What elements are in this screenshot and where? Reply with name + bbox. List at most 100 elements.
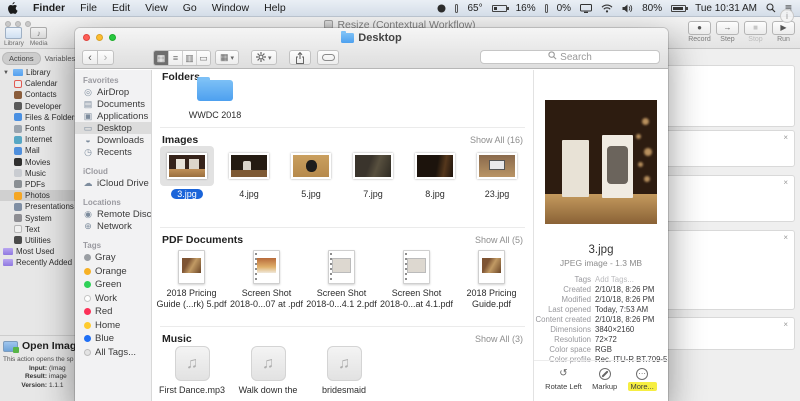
tree-item-movies[interactable]: Movies [0, 157, 77, 168]
percent1-status[interactable]: 16% [516, 3, 536, 14]
stop-button[interactable]: ■ Stop [744, 21, 767, 43]
file-wwdc-2018-folder[interactable]: WWDC 2018 [184, 77, 246, 120]
show-all-pdfs-link[interactable]: Show All (5) [475, 235, 523, 245]
menu-help[interactable]: Help [264, 2, 286, 14]
percent2-status[interactable]: 0% [557, 3, 571, 14]
volume-icon[interactable] [622, 4, 633, 13]
apple-menu-icon[interactable] [8, 2, 18, 14]
file-screen-shot-1-pdf[interactable]: Screen Shot 2018-0...07 at .pdf [229, 250, 304, 310]
workflow-action-box[interactable]: × [668, 130, 795, 167]
sidebar-item-desktop[interactable]: ▭ Desktop [75, 122, 151, 134]
menu-edit[interactable]: Edit [112, 2, 130, 14]
arrange-menu-button[interactable]: ▦ ▾ [215, 50, 240, 65]
sidebar-item-applications[interactable]: ▣ Applications [75, 110, 151, 122]
file-screen-shot-2-pdf[interactable]: Screen Shot 2018-0...4.1 2.pdf [304, 250, 379, 310]
tree-item-presentations[interactable]: Presentations [0, 201, 77, 212]
sidebar-item-airdrop[interactable]: ◎ AirDrop [75, 86, 151, 98]
file-2018-pricing-guide-5-pdf[interactable]: 2018 Pricing Guide (...rk) 5.pdf [154, 250, 229, 310]
library-button[interactable]: Library [4, 27, 24, 47]
file-2018-pricing-guide-pdf[interactable]: 2018 Pricing Guide.pdf [454, 250, 529, 310]
tree-item-utilities[interactable]: Utilities [0, 235, 77, 246]
workflow-action-box[interactable]: × [668, 230, 795, 310]
close-icon[interactable]: × [783, 179, 788, 187]
tree-item-mail[interactable]: Mail [0, 145, 77, 156]
menu-go[interactable]: Go [183, 2, 197, 14]
file-walk-down-the[interactable]: ♫ Walk down the [230, 346, 306, 395]
sidebar-tag-red[interactable]: Red [75, 305, 151, 319]
file-4-jpg[interactable]: 4.jpg [218, 146, 280, 199]
sidebar-tag-orange[interactable]: Orange [75, 265, 151, 279]
tree-item-music[interactable]: Music [0, 168, 77, 179]
show-all-images-link[interactable]: Show All (16) [470, 135, 523, 145]
tree-item-internet[interactable]: Internet [0, 134, 77, 145]
overlay-info-badge[interactable]: i [780, 9, 794, 23]
show-all-music-link[interactable]: Show All (3) [475, 334, 523, 344]
file-5-jpg[interactable]: 5.jpg [280, 146, 342, 199]
tree-item-calendar[interactable]: Calendar [0, 78, 77, 89]
temperature-status[interactable]: 65° [467, 3, 482, 14]
action-menu-button[interactable]: ▾ [251, 50, 277, 65]
file-first-dance-mp3[interactable]: ♫ First Dance.mp3 [154, 346, 230, 395]
file-23-jpg[interactable]: 23.jpg [466, 146, 528, 199]
coverflow-view-button[interactable]: ▭ [196, 51, 210, 65]
sidebar-item-remote-disc[interactable]: ◉ Remote Disc [75, 208, 151, 220]
sidebar-item-downloads[interactable]: ◒ Downloads [75, 134, 151, 146]
sidebar-item-network[interactable]: ⊕ Network [75, 220, 151, 232]
more-button[interactable]: … More... [627, 367, 657, 391]
edit-tags-button[interactable] [317, 50, 339, 65]
clock-status[interactable]: Tue 10:31 AM [695, 3, 757, 14]
tree-item-most-used[interactable]: Most Used [0, 246, 77, 257]
tree-item-system[interactable]: System [0, 212, 77, 223]
column-view-button[interactable]: ▥ [182, 51, 196, 65]
menu-view[interactable]: View [145, 2, 168, 14]
sidebar-item-recents[interactable]: ◷ Recents [75, 146, 151, 158]
spotlight-icon[interactable] [766, 3, 776, 13]
menu-file[interactable]: File [80, 2, 97, 14]
tree-item-recently-added[interactable]: Recently Added [0, 257, 77, 268]
sidebar-tag-home[interactable]: Home [75, 319, 151, 333]
sidebar-tag-all-tags[interactable]: All Tags... [75, 346, 151, 360]
workflow-action-box[interactable]: × [668, 317, 795, 350]
tree-item-files-folders[interactable]: Files & Folders [0, 112, 77, 123]
file-3-jpg[interactable]: 3.jpg [156, 146, 218, 199]
markup-button[interactable]: Markup [592, 367, 617, 391]
tree-item-contacts[interactable]: Contacts [0, 89, 77, 100]
disclosure-triangle-icon[interactable]: ▼ [3, 70, 10, 76]
tab-actions[interactable]: Actions [2, 52, 41, 65]
add-tags-field[interactable]: Add Tags... [595, 275, 634, 284]
app-status-icon[interactable] [437, 4, 446, 13]
file-screen-shot-3-pdf[interactable]: Screen Shot 2018-0...at 4.1.pdf [379, 250, 454, 310]
wifi-icon[interactable] [601, 4, 613, 13]
menu-window[interactable]: Window [212, 2, 249, 14]
file-7-jpg[interactable]: 7.jpg [342, 146, 404, 199]
tree-item-text[interactable]: Text [0, 224, 77, 235]
icon-view-button[interactable]: ▦ [154, 51, 168, 65]
rotate-left-button[interactable]: ↺ Rotate Left [545, 367, 582, 391]
close-icon[interactable]: × [783, 321, 788, 329]
forward-button[interactable]: › [98, 50, 114, 65]
tab-variables[interactable]: Variables [45, 54, 76, 63]
record-button[interactable]: ● Record [688, 21, 711, 43]
battery-status[interactable]: 80% [642, 3, 662, 14]
tree-item-photos[interactable]: Photos [0, 190, 77, 202]
search-field[interactable]: Search [480, 50, 660, 64]
list-view-button[interactable]: ≡ [168, 51, 182, 65]
share-button[interactable] [289, 50, 311, 65]
step-button[interactable]: → Step [716, 21, 739, 43]
file-8-jpg[interactable]: 8.jpg [404, 146, 466, 199]
sidebar-tag-green[interactable]: Green [75, 278, 151, 292]
tree-item-pdfs[interactable]: PDFs [0, 179, 77, 190]
workflow-action-box[interactable]: × [668, 175, 795, 222]
sidebar-item-documents[interactable]: ▤ Documents [75, 98, 151, 110]
sidebar-tag-work[interactable]: Work [75, 292, 151, 306]
tree-item-fonts[interactable]: Fonts [0, 123, 77, 134]
close-icon[interactable]: × [783, 134, 788, 142]
sidebar-item-icloud-drive[interactable]: ☁ iCloud Drive [75, 177, 151, 189]
sidebar-tag-gray[interactable]: Gray [75, 251, 151, 265]
workflow-action-box[interactable] [668, 65, 795, 127]
run-button[interactable]: ▶ Run [772, 21, 795, 43]
close-icon[interactable]: × [783, 234, 788, 242]
back-button[interactable]: ‹ [82, 50, 98, 65]
menu-finder[interactable]: Finder [33, 2, 65, 14]
sidebar-tag-blue[interactable]: Blue [75, 332, 151, 346]
